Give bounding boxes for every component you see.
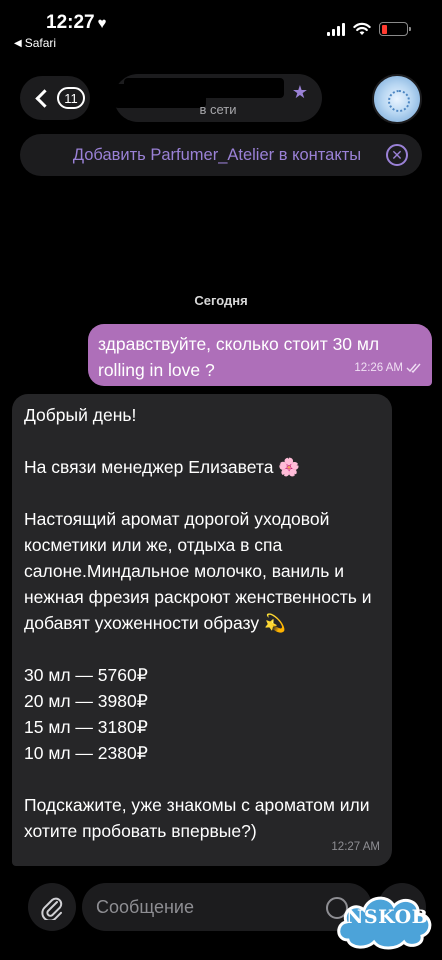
add-contact-label: Добавить Parfumer_Atelier в контакты (72, 145, 362, 164)
outgoing-message-bubble[interactable]: здравствуйте, сколько стоит 30 мл rollin… (88, 324, 432, 386)
message-time: 12:27 AM (331, 841, 380, 853)
cellular-signal-icon (327, 22, 345, 36)
status-time: 12:27 ♥ (46, 12, 107, 34)
battery-icon (379, 22, 411, 36)
message-time: 12:26 AM (354, 362, 403, 374)
back-button[interactable]: 11 (20, 76, 90, 120)
chat-header: 11 в сети ★ (0, 70, 442, 130)
star-icon: ★ (291, 82, 308, 102)
incoming-message-bubble[interactable]: Добрый день! На связи менеджер Елизавета… (12, 394, 392, 866)
heart-icon: ♥ (97, 14, 107, 32)
message-text: Добрый день! На связи менеджер Елизавета… (24, 405, 372, 841)
attach-button[interactable] (28, 883, 76, 931)
add-contact-banner[interactable]: Добавить Parfumer_Atelier в контакты ✕ (20, 134, 422, 176)
watermark-text: NSKOB (346, 906, 429, 928)
date-separator: Сегодня (194, 293, 248, 308)
status-bar: 12:27 ♥ ◀ Safari (0, 0, 442, 56)
unread-count-badge: 11 (57, 87, 85, 109)
double-check-icon (406, 363, 421, 373)
close-icon[interactable]: ✕ (386, 144, 408, 166)
system-icons (327, 22, 411, 36)
message-text: здравствуйте, сколько стоит 30 мл rollin… (98, 334, 380, 380)
back-app-label: Safari (24, 36, 57, 50)
watermark-logo: NSKOB (334, 888, 438, 952)
paperclip-icon (41, 897, 63, 920)
wifi-icon (353, 22, 371, 35)
back-triangle-icon: ◀ (14, 37, 22, 49)
message-meta: 12:26 AM (354, 355, 422, 381)
online-status: в сети (199, 102, 237, 117)
chat-title-area[interactable]: в сети ★ (114, 74, 322, 122)
back-to-app-link[interactable]: ◀ Safari (14, 36, 56, 50)
contact-avatar[interactable] (372, 74, 422, 124)
time-text: 12:27 (46, 12, 95, 33)
chevron-left-icon (35, 88, 54, 108)
